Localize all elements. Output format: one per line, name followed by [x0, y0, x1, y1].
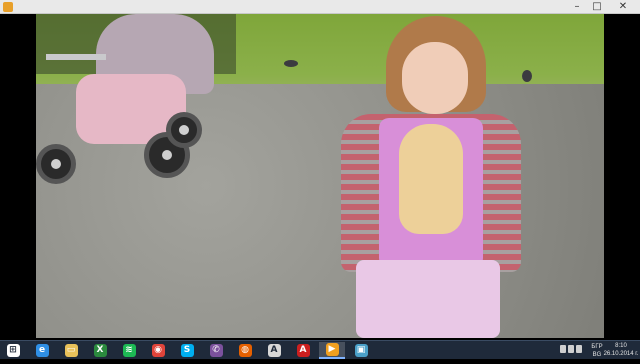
- tray-flag-icon[interactable]: [560, 345, 566, 353]
- stroller-wheel-front: [36, 144, 76, 184]
- taskbar-button-excel[interactable]: X: [87, 342, 113, 359]
- internet-explorer-icon: e: [35, 344, 49, 357]
- windows-start-icon: ⊞: [6, 344, 20, 357]
- wheel-hub: [179, 125, 189, 135]
- pink-pants: [356, 260, 500, 338]
- taskbar-button-skype[interactable]: S: [174, 342, 200, 359]
- face: [402, 42, 468, 114]
- maximize-button[interactable]: □: [588, 0, 606, 14]
- close-button[interactable]: ✕: [606, 0, 640, 14]
- tray-network-icon[interactable]: [568, 345, 574, 353]
- taskbar-button-spotify[interactable]: ≋: [116, 342, 142, 359]
- taskbar-button-viber[interactable]: ✆: [203, 342, 229, 359]
- taskbar-button-chrome[interactable]: ◉: [145, 342, 171, 359]
- chrome-icon: ◉: [151, 344, 165, 357]
- media-player-icon: ▶: [325, 343, 339, 356]
- acrobat-icon: A: [296, 344, 310, 357]
- firefox-icon: ◍: [238, 344, 252, 357]
- image-viewer-window: – □ ✕: [0, 0, 640, 340]
- tray-icons[interactable]: [560, 345, 586, 364]
- clock-date: 26.10.2014 г.: [603, 351, 639, 357]
- taskbar-button-internet-explorer[interactable]: e: [29, 342, 55, 359]
- file-explorer-icon: ▭: [64, 344, 78, 357]
- taskbar-button-file-explorer[interactable]: ▭: [58, 342, 84, 359]
- child-figure: [336, 14, 536, 338]
- stroller-handle: [46, 54, 106, 60]
- taskbar-button-acrobat[interactable]: A: [290, 342, 316, 359]
- taskbar: ⊞ e ▭ X ≋ ◉ S ✆ ◍ A A ▶ ▣ БГР BG 8:10 26.10.2014 г.: [0, 340, 640, 359]
- tray-volume-icon[interactable]: [576, 345, 582, 353]
- excel-icon: X: [93, 344, 107, 357]
- spotify-icon: ≋: [122, 344, 136, 357]
- minimize-button[interactable]: –: [568, 0, 586, 14]
- taskbar-button-windows-start[interactable]: ⊞: [0, 342, 26, 359]
- taskbar-button-photo-viewer[interactable]: ▣: [348, 342, 374, 359]
- stroller-wheel-back: [166, 112, 202, 148]
- viber-icon: ✆: [209, 344, 223, 357]
- app-icon: [3, 2, 13, 12]
- photo-display: [36, 14, 604, 338]
- title-bar[interactable]: – □ ✕: [0, 0, 640, 14]
- clock-time: 8:10: [615, 343, 627, 349]
- photo-viewer-icon: ▣: [354, 344, 368, 357]
- wheel-hub: [51, 159, 61, 169]
- clock[interactable]: 8:10 26.10.2014 г.: [602, 342, 640, 361]
- wheel-hub: [162, 150, 172, 160]
- taskbar-button-pdf-reader[interactable]: A: [261, 342, 287, 359]
- shirt-print: [399, 124, 463, 234]
- skype-icon: S: [180, 344, 194, 357]
- pigeon-left: [284, 60, 298, 67]
- taskbar-button-firefox[interactable]: ◍: [232, 342, 258, 359]
- baby-stroller: [36, 14, 216, 184]
- pdf-reader-icon: A: [267, 344, 281, 357]
- taskbar-button-media-player[interactable]: ▶: [319, 342, 345, 359]
